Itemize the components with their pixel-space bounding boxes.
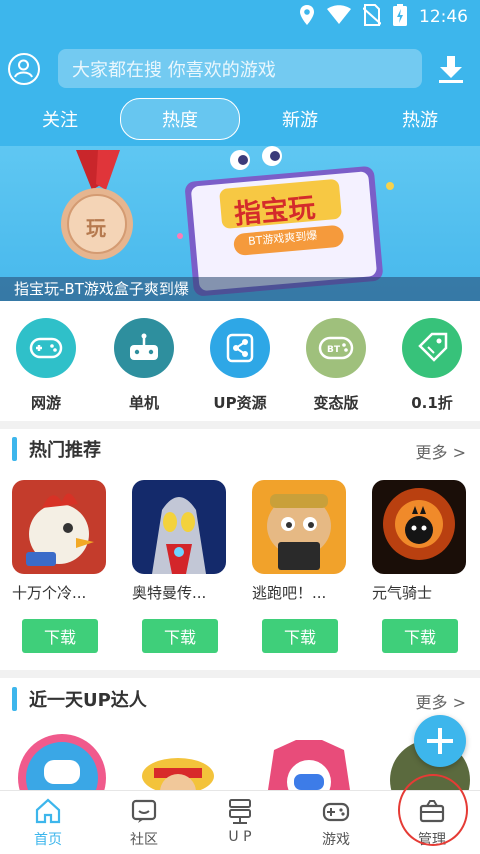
game-name: 元气骑士 (372, 584, 433, 602)
category-label: 0.1折 (411, 394, 453, 412)
top-tabs: 关注 热度 新游 热游 (0, 98, 480, 140)
up-title-text: 近一天UP达人 (29, 690, 147, 711)
nav-home[interactable]: 首页 (0, 797, 96, 849)
up-more-link[interactable]: 更多 > (416, 689, 467, 713)
nav-label: 社区 (130, 832, 158, 848)
nav-up[interactable]: U P (192, 797, 288, 845)
nav-label: U P (228, 829, 252, 845)
game-name: 奥特曼传... (132, 584, 207, 602)
no-sim-icon (362, 4, 382, 30)
svg-text:BT: BT (327, 345, 341, 355)
status-bar: 12:46 (0, 0, 480, 36)
category-online-games[interactable]: 网游 (6, 318, 86, 413)
category-bt-version[interactable]: BT 变态版 (296, 318, 376, 413)
category-row: 网游 单机 UP资源 BT 变态版 0.1折 (0, 318, 480, 418)
game-thumbnail[interactable] (12, 480, 106, 574)
up-talent-list (0, 730, 480, 790)
hot-more-link[interactable]: 更多 > (416, 439, 467, 463)
download-button[interactable]: 下载 (142, 619, 218, 653)
game-thumbnail[interactable] (372, 480, 466, 574)
section-accent-bar (12, 437, 17, 461)
nav-label: 首页 (34, 832, 62, 848)
banner-art-title: 指宝玩 (233, 192, 317, 231)
hot-title-text: 热门推荐 (29, 440, 101, 461)
download-button[interactable]: 下载 (382, 619, 458, 653)
game-thumbnail[interactable] (252, 480, 346, 574)
nav-community[interactable]: 社区 (96, 797, 192, 849)
section-divider (0, 421, 480, 429)
download-icon[interactable] (437, 54, 465, 84)
wifi-icon (327, 5, 351, 29)
category-label: UP资源 (213, 394, 267, 412)
banner-caption: 指宝玩-BT游戏盒子爽到爆 (0, 277, 480, 301)
game-thumbnail[interactable] (132, 480, 226, 574)
hot-section-title: 热门推荐 (12, 436, 101, 462)
category-label: 单机 (128, 394, 159, 412)
up-section-title: 近一天UP达人 (12, 686, 147, 712)
category-discount[interactable]: 0.1折 (392, 318, 472, 413)
game-name: 十万个冷... (12, 584, 87, 602)
search-placeholder: 大家都在搜 你喜欢的游戏 (72, 59, 276, 81)
highlight-circle (398, 774, 468, 846)
gamepad-nav-icon (322, 797, 350, 825)
nav-label: 游戏 (322, 832, 350, 848)
section-divider (0, 670, 480, 678)
category-single-player[interactable]: 单机 (104, 318, 184, 413)
user-avatar-icon[interactable] (8, 53, 40, 85)
game-card[interactable]: 奥特曼传... 下载 (132, 480, 232, 653)
home-icon (34, 797, 62, 825)
search-bar[interactable]: 大家都在搜 你喜欢的游戏 (58, 49, 422, 88)
tab-popular[interactable]: 热度 (120, 98, 240, 140)
location-icon (299, 4, 315, 30)
game-card[interactable]: 逃跑吧！... 下载 (252, 480, 352, 653)
up-talent-avatars[interactable] (0, 730, 480, 790)
banner-medal-text: 玩 (86, 216, 106, 240)
tab-hot-games[interactable]: 热游 (380, 98, 460, 140)
share-icon (210, 318, 270, 378)
category-label: 变态版 (313, 394, 359, 412)
tab-new-games[interactable]: 新游 (260, 98, 340, 140)
promo-banner[interactable]: 玩 指宝玩 BT游戏爽到爆 指宝玩-BT游戏盒子爽到爆 (0, 146, 480, 301)
hot-games-list: 十万个冷... 下载 奥特曼传... 下载 逃跑吧！... 下载 元气骑士 下载 (0, 480, 480, 660)
game-card[interactable]: 元气骑士 下载 (372, 480, 472, 653)
section-accent-bar (12, 687, 17, 711)
header: 12:46 大家都在搜 你喜欢的游戏 关注 热度 新游 热游 (0, 0, 480, 146)
download-button[interactable]: 下载 (22, 619, 98, 653)
discount-tag-icon (402, 318, 462, 378)
game-name: 逃跑吧！... (252, 584, 327, 602)
joystick-icon (114, 318, 174, 378)
status-time: 12:46 (419, 7, 468, 27)
community-icon (130, 797, 158, 825)
up-server-icon (226, 797, 254, 825)
bt-gamepad-icon: BT (306, 318, 366, 378)
category-up-resources[interactable]: UP资源 (200, 318, 280, 413)
gamepad-icon (16, 318, 76, 378)
add-icon[interactable] (414, 715, 466, 767)
tab-follow[interactable]: 关注 (20, 98, 100, 140)
game-card[interactable]: 十万个冷... 下载 (12, 480, 112, 653)
nav-games[interactable]: 游戏 (288, 797, 384, 849)
category-label: 网游 (30, 394, 61, 412)
download-button[interactable]: 下载 (262, 619, 338, 653)
battery-charging-icon (393, 4, 407, 30)
